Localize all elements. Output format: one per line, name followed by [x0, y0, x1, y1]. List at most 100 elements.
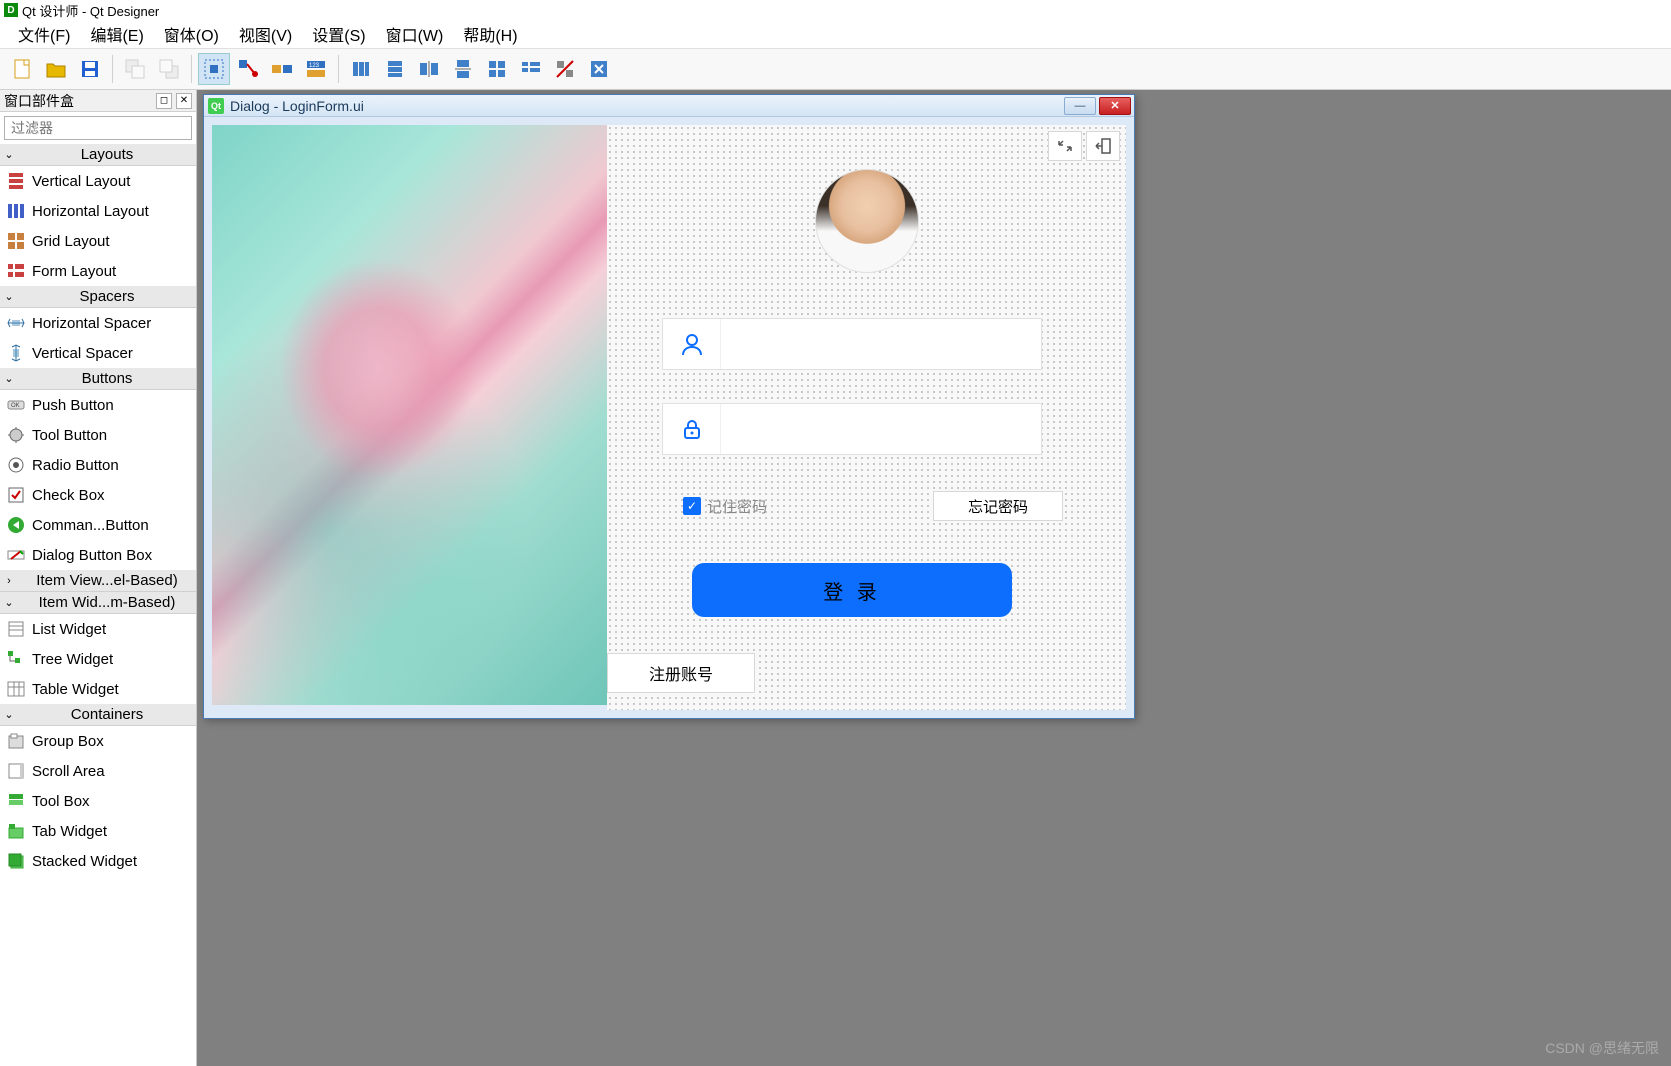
widget-label: Tree Widget	[32, 651, 113, 668]
widget-icon	[6, 679, 26, 699]
widget-label: Group Box	[32, 733, 104, 750]
category-header[interactable]: ⌄Buttons	[0, 368, 196, 390]
widget-label: Horizontal Layout	[32, 203, 149, 220]
open-file-button[interactable]	[40, 53, 72, 85]
widget-icon	[6, 821, 26, 841]
forgot-password-button[interactable]: 忘记密码	[933, 491, 1063, 521]
widget-item[interactable]: Vertical Layout	[0, 166, 196, 196]
widget-item[interactable]: Group Box	[0, 726, 196, 756]
widget-icon	[6, 231, 26, 251]
send-back-button[interactable]	[119, 53, 151, 85]
widget-item[interactable]: Horizontal Layout	[0, 196, 196, 226]
dock-header: 窗口部件盒 ◻ ✕	[0, 90, 196, 112]
widget-icon	[6, 619, 26, 639]
menubar: 文件(F) 编辑(E) 窗体(O) 视图(V) 设置(S) 窗口(W) 帮助(H…	[0, 20, 1671, 48]
new-file-button[interactable]	[6, 53, 38, 85]
category-header[interactable]: ›Item View...el-Based)	[0, 570, 196, 592]
avatar	[815, 169, 919, 273]
remember-label: 记住密码	[707, 496, 767, 517]
exit-icon[interactable]	[1086, 131, 1120, 161]
minimize-button[interactable]: —	[1064, 97, 1096, 115]
widget-item[interactable]: Tool Button	[0, 420, 196, 450]
category-header[interactable]: ⌄Layouts	[0, 144, 196, 166]
widget-item[interactable]: Form Layout	[0, 256, 196, 286]
layout-vsplit-button[interactable]	[447, 53, 479, 85]
save-button[interactable]	[74, 53, 106, 85]
widget-item[interactable]: Scroll Area	[0, 756, 196, 786]
widget-label: Tool Button	[32, 427, 107, 444]
menu-view[interactable]: 视图(V)	[229, 19, 302, 49]
widget-item[interactable]: Radio Button	[0, 450, 196, 480]
dialog-titlebar[interactable]: Qt Dialog - LoginForm.ui — ✕	[204, 95, 1134, 117]
edit-widgets-button[interactable]	[198, 53, 230, 85]
dialog-window[interactable]: Qt Dialog - LoginForm.ui — ✕	[203, 94, 1135, 719]
login-form-area[interactable]: ✓ 记住密码 忘记密码 登 录 注册账号	[607, 125, 1126, 710]
edit-taborder-button[interactable]: 123	[300, 53, 332, 85]
widget-label: Comman...Button	[32, 517, 149, 534]
layout-form-button[interactable]	[515, 53, 547, 85]
adjust-size-button[interactable]	[583, 53, 615, 85]
remember-checkbox[interactable]: ✓ 记住密码	[683, 496, 767, 517]
decorative-image	[212, 125, 607, 705]
widget-icon	[6, 201, 26, 221]
widget-label: List Widget	[32, 621, 106, 638]
dock-close-button[interactable]: ✕	[176, 93, 192, 109]
svg-text:OK: OK	[11, 403, 20, 409]
category-header[interactable]: ⌄Spacers	[0, 286, 196, 308]
widget-item[interactable]: OKPush Button	[0, 390, 196, 420]
widget-icon	[6, 791, 26, 811]
category-header[interactable]: ⌄Item Wid...m-Based)	[0, 592, 196, 614]
username-input[interactable]	[721, 319, 1041, 369]
close-button[interactable]: ✕	[1099, 97, 1131, 115]
category-header[interactable]: ⌄Containers	[0, 704, 196, 726]
layout-h-button[interactable]	[345, 53, 377, 85]
edit-buddies-button[interactable]	[266, 53, 298, 85]
menu-settings[interactable]: 设置(S)	[302, 19, 375, 49]
widget-label: Vertical Layout	[32, 173, 130, 190]
layout-grid-button[interactable]	[481, 53, 513, 85]
layout-v-button[interactable]	[379, 53, 411, 85]
dock-float-button[interactable]: ◻	[156, 93, 172, 109]
widget-item[interactable]: Check Box	[0, 480, 196, 510]
password-input[interactable]	[721, 404, 1041, 454]
widget-item[interactable]: Dialog Button Box	[0, 540, 196, 570]
menu-window[interactable]: 窗口(W)	[376, 19, 454, 49]
widget-item[interactable]: Vertical Spacer	[0, 338, 196, 368]
user-icon	[663, 319, 721, 369]
widget-label: Stacked Widget	[32, 853, 137, 870]
widget-item[interactable]: Tree Widget	[0, 644, 196, 674]
design-canvas[interactable]: Qt Dialog - LoginForm.ui — ✕	[197, 90, 1671, 1066]
menu-edit[interactable]: 编辑(E)	[80, 19, 153, 49]
widget-item[interactable]: Table Widget	[0, 674, 196, 704]
menu-help[interactable]: 帮助(H)	[453, 19, 527, 49]
widget-item[interactable]: Tool Box	[0, 786, 196, 816]
widget-icon	[6, 485, 26, 505]
widget-label: Dialog Button Box	[32, 547, 152, 564]
widget-item[interactable]: List Widget	[0, 614, 196, 644]
menu-form[interactable]: 窗体(O)	[154, 19, 229, 49]
widget-icon	[6, 261, 26, 281]
collapse-icon[interactable]	[1048, 131, 1082, 161]
break-layout-button[interactable]	[549, 53, 581, 85]
widget-item[interactable]: Tab Widget	[0, 816, 196, 846]
menu-file[interactable]: 文件(F)	[8, 19, 80, 49]
toolbar-sep	[191, 55, 192, 83]
widget-icon	[6, 425, 26, 445]
filter-input[interactable]	[4, 116, 192, 140]
widget-item[interactable]: Horizontal Spacer	[0, 308, 196, 338]
register-button[interactable]: 注册账号	[607, 653, 755, 693]
password-field-row	[662, 403, 1042, 455]
widget-icon	[6, 313, 26, 333]
widget-icon	[6, 761, 26, 781]
login-button[interactable]: 登 录	[692, 563, 1012, 617]
widget-icon	[6, 171, 26, 191]
widget-item[interactable]: Stacked Widget	[0, 846, 196, 876]
app-icon: D	[4, 3, 18, 17]
edit-signals-button[interactable]	[232, 53, 264, 85]
widget-item[interactable]: Comman...Button	[0, 510, 196, 540]
widget-tree[interactable]: ⌄Layouts Vertical Layout Horizontal Layout…	[0, 144, 196, 1066]
layout-hsplit-button[interactable]	[413, 53, 445, 85]
toolbar: 123	[0, 48, 1671, 90]
bring-front-button[interactable]	[153, 53, 185, 85]
widget-item[interactable]: Grid Layout	[0, 226, 196, 256]
